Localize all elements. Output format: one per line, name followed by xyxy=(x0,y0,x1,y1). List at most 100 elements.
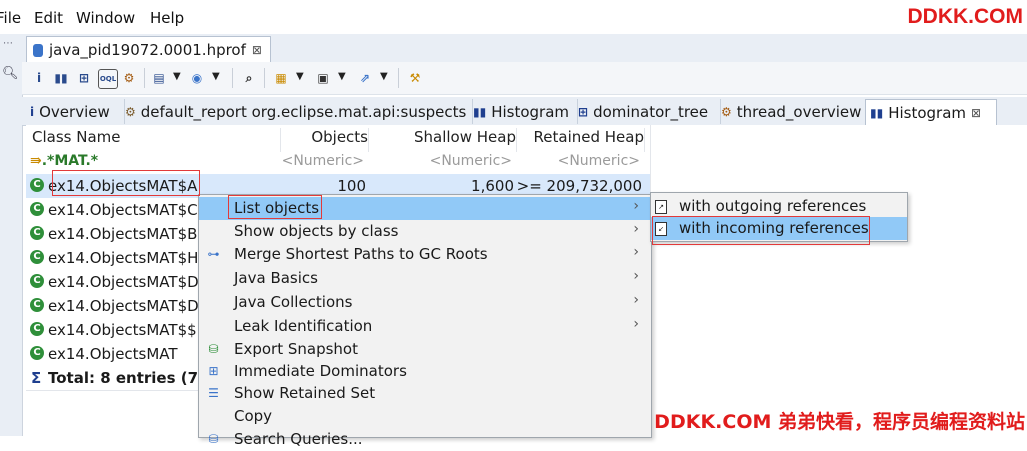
menu-show-objects-by-class[interactable]: Show objects by class › xyxy=(199,220,651,243)
tab-label: dominator_tree xyxy=(593,102,709,121)
menu-label: Search Queries... xyxy=(234,430,363,448)
menu-label: Show objects by class xyxy=(234,222,399,240)
menu-help[interactable]: Help xyxy=(150,9,184,27)
submenu-list-objects: ↗ with outgoing references ↙ with incomi… xyxy=(650,192,908,242)
menu-leak-identification[interactable]: Leak Identification › xyxy=(199,315,651,338)
menu-java-basics[interactable]: Java Basics › xyxy=(199,267,651,290)
merge-paths-icon: ⊶ xyxy=(207,247,220,261)
menu-show-retained-set[interactable]: ☰ Show Retained Set xyxy=(199,382,651,405)
search-queries-icon: ⛁ xyxy=(208,432,219,446)
total-label: Total: 8 entries (761 xyxy=(48,369,219,387)
class-name: ex14.ObjectsMAT$H xyxy=(48,249,199,267)
oql-icon[interactable]: OQL xyxy=(98,69,118,89)
menu-with-incoming-references[interactable]: ↙ with incoming references xyxy=(651,217,907,240)
query-browser-icon[interactable]: ◉ xyxy=(188,69,206,87)
chevron-right-icon: › xyxy=(633,198,639,214)
watermark-bottom: DDKK.COM 弟弟快看，程序员编程资料站 xyxy=(654,411,1025,433)
search-icon[interactable]: ⌕ xyxy=(240,69,258,87)
export-icon[interactable]: ⇗ xyxy=(356,69,374,87)
close-icon[interactable]: ⊠ xyxy=(252,43,262,57)
run-report-icon[interactable]: ▤ xyxy=(150,69,168,87)
tab-label: Histogram xyxy=(491,102,570,121)
menu-label: Immediate Dominators xyxy=(234,362,407,380)
class-icon: C xyxy=(30,202,44,216)
menu-immediate-dominators[interactable]: ⊞ Immediate Dominators xyxy=(199,360,651,383)
separator xyxy=(232,68,233,88)
menu-label: Merge Shortest Paths to GC Roots xyxy=(234,245,488,263)
menu-edit[interactable]: Edit xyxy=(34,9,63,27)
class-name: ex14.ObjectsMAT$C xyxy=(48,201,198,219)
chevron-down-icon[interactable]: ▼ xyxy=(212,71,220,82)
chevron-right-icon: › xyxy=(633,292,639,308)
info-icon[interactable]: i xyxy=(30,69,48,87)
tab-label: default_report org.eclipse.mat.api:suspe… xyxy=(140,102,467,121)
column-header-objects[interactable]: Objects xyxy=(276,128,369,152)
chevron-right-icon: › xyxy=(633,221,639,237)
column-header-shallow-heap[interactable]: Shallow Heap xyxy=(374,128,517,152)
tab-label: Overview xyxy=(39,102,110,121)
menu-label: Copy xyxy=(234,407,273,425)
close-icon[interactable]: ⊠ xyxy=(971,106,981,120)
editor-tab-label: java_pid19072.0001.hprof xyxy=(49,41,246,59)
menu-java-collections[interactable]: Java Collections › xyxy=(199,291,651,314)
class-icon: C xyxy=(30,250,44,264)
chevron-down-icon[interactable]: ▼ xyxy=(173,71,181,82)
menu-file[interactable]: File xyxy=(0,9,21,27)
menu-with-outgoing-references[interactable]: ↗ with outgoing references xyxy=(651,195,907,218)
group-by-icon[interactable]: ▦ xyxy=(272,69,290,87)
chevron-down-icon[interactable]: ▼ xyxy=(338,71,346,82)
separator xyxy=(264,68,265,88)
settings-icon[interactable]: ⚒ xyxy=(406,69,424,87)
class-name: ex14.ObjectsMAT$D xyxy=(48,273,199,291)
menu-copy[interactable]: Copy xyxy=(199,405,651,428)
tab-dominator-tree[interactable]: ⊞ dominator_tree xyxy=(574,99,721,124)
search-icon[interactable]: 🔍︎ xyxy=(2,66,19,81)
watermark-top: DDKK.COM xyxy=(907,5,1024,28)
class-icon: C xyxy=(30,226,44,240)
tab-histogram-active[interactable]: ▮▮ Histogram ⊠ xyxy=(865,99,997,125)
sum-icon: Σ xyxy=(31,369,42,387)
outgoing-references-icon: ↗ xyxy=(655,200,667,214)
more-icon[interactable]: ⋯ xyxy=(3,38,13,49)
chevron-down-icon[interactable]: ▼ xyxy=(380,71,388,82)
class-name: ex14.ObjectsMAT$D xyxy=(48,297,199,315)
menu-label: with outgoing references xyxy=(679,197,867,215)
class-name: ex14.ObjectsMAT$$ xyxy=(48,321,197,339)
chevron-down-icon[interactable]: ▼ xyxy=(296,71,304,82)
menu-label: Export Snapshot xyxy=(234,340,358,358)
class-icon: C xyxy=(30,178,44,192)
column-header-class-name[interactable]: Class Name xyxy=(26,128,281,152)
toolbar: i ▮▮ ⊞ OQL ⚙ ▤ ▼ ◉ ▼ ⌕ ▦ ▼ ▣ ▼ ⇗ ▼ ⚒ xyxy=(22,62,1027,95)
menu-label: Leak Identification xyxy=(234,317,373,335)
class-icon: C xyxy=(30,346,44,360)
editor-tab-hprof[interactable]: java_pid19072.0001.hprof ⊠ xyxy=(26,36,271,63)
dominator-tree-icon[interactable]: ⊞ xyxy=(75,69,93,87)
tab-default-report[interactable]: ⚙ default_report org.eclipse.mat.api:sus… xyxy=(121,99,473,124)
tab-thread-overview[interactable]: ⚙ thread_overview xyxy=(717,99,870,124)
class-icon: C xyxy=(30,274,44,288)
table-right-rule xyxy=(650,125,651,195)
menu-label: with incoming references xyxy=(679,219,869,237)
menu-label: Java Collections xyxy=(234,293,353,311)
context-menu: List objects › Show objects by class › ⊶… xyxy=(198,194,652,448)
menu-window[interactable]: Window xyxy=(76,9,135,27)
column-header-retained-heap[interactable]: Retained Heap xyxy=(522,128,645,152)
menu-label: Show Retained Set xyxy=(234,384,376,402)
class-icon: C xyxy=(30,298,44,312)
tab-histogram[interactable]: ▮▮ Histogram xyxy=(469,99,578,124)
menu-bar: File Edit Window Help DDKK.COM xyxy=(0,0,1027,34)
menu-export-snapshot[interactable]: ⛁ Export Snapshot xyxy=(199,338,651,361)
histogram-icon: ▮▮ xyxy=(473,104,487,119)
class-name: ex14.ObjectsMAT$A xyxy=(48,177,198,195)
menu-list-objects[interactable]: List objects › xyxy=(199,197,651,220)
tab-overview[interactable]: i Overview xyxy=(26,99,125,124)
menu-search-queries[interactable]: ⛁ Search Queries... xyxy=(199,428,651,451)
chevron-right-icon: › xyxy=(633,244,639,260)
result-tabs: i Overview ⚙ default_report org.eclipse.… xyxy=(22,97,1027,126)
menu-merge-shortest-paths[interactable]: ⊶ Merge Shortest Paths to GC Roots › xyxy=(199,243,651,266)
thread-overview-icon[interactable]: ⚙ xyxy=(120,69,138,87)
calculate-retained-icon[interactable]: ▣ xyxy=(314,69,332,87)
retained-heap-value: >= 209,732,000 xyxy=(516,177,642,195)
histogram-icon[interactable]: ▮▮ xyxy=(52,69,70,87)
shallow-heap-value: 1,600 xyxy=(471,177,514,195)
